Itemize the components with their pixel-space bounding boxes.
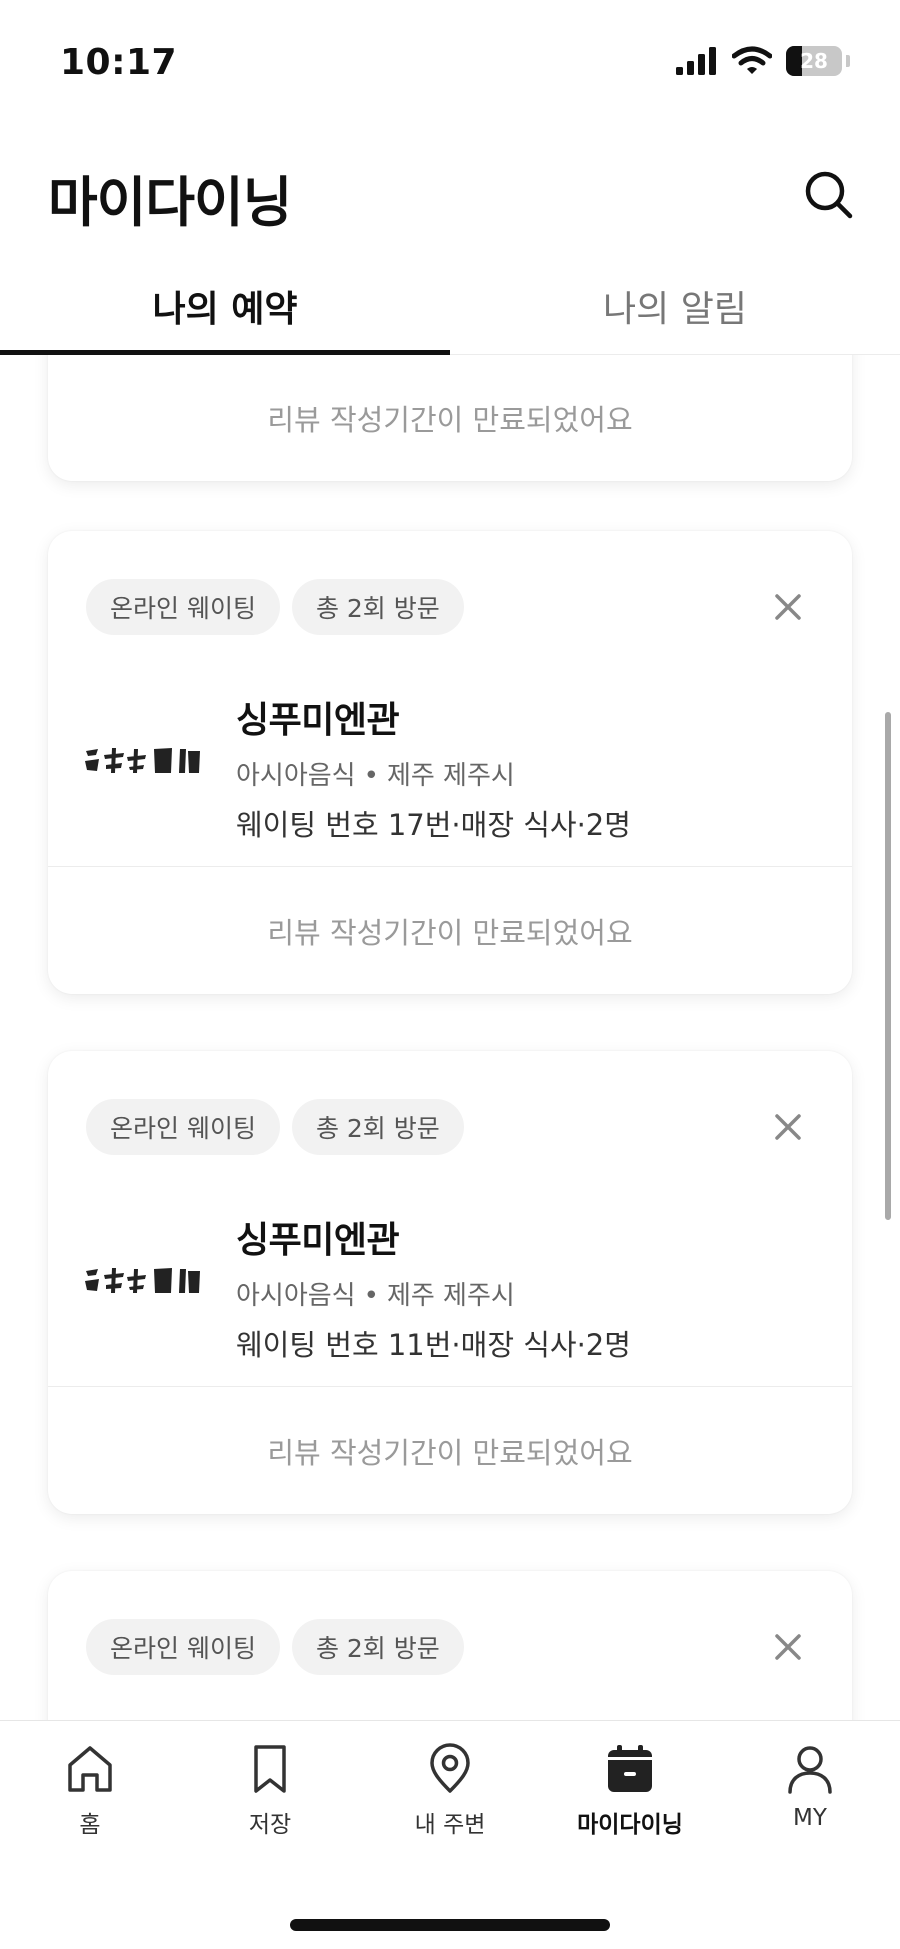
status-time: 10:17 xyxy=(60,42,178,83)
chip-visit-count: 총 2회 방문 xyxy=(291,1619,464,1675)
review-status[interactable]: 리뷰 작성기간이 만료되었어요 xyxy=(48,355,852,481)
home-icon xyxy=(68,1746,112,1792)
card-body: 온라인 웨이팅 총 2회 방문 xyxy=(48,531,852,866)
close-icon xyxy=(775,1634,801,1660)
restaurant-info[interactable]: 싱푸미엔관 아시아음식 • 제주 제주시 웨이팅 번호 11번·매장 식사·2명 xyxy=(236,1211,631,1364)
chip-group: 온라인 웨이팅 총 2회 방문 xyxy=(86,579,464,635)
nav-item-nearby[interactable]: 내 주변 xyxy=(360,1721,540,1851)
status-icons: 28 xyxy=(676,46,850,76)
reservation-detail: 웨이팅 번호 17번·매장 식사·2명 xyxy=(236,808,631,842)
restaurant-meta: 아시아음식 • 제주 제주시 xyxy=(236,755,631,792)
card-body: 온라인 웨이팅 총 2회 방문 xyxy=(48,1571,852,1720)
close-icon xyxy=(775,594,801,620)
restaurant-meta: 아시아음식 • 제주 제주시 xyxy=(236,1275,631,1312)
tab-bar: 나의 예약 나의 알림 xyxy=(0,260,900,355)
delete-button[interactable] xyxy=(768,587,808,627)
nav-item-saved[interactable]: 저장 xyxy=(180,1721,360,1851)
cellular-signal-icon xyxy=(676,47,716,75)
chip-visit-count: 총 2회 방문 xyxy=(291,579,464,635)
search-button[interactable] xyxy=(794,160,864,230)
nav-label-mydining: 마이다이닝 xyxy=(577,1812,683,1838)
page-title: 마이다이닝 xyxy=(48,171,292,234)
chip-group: 온라인 웨이팅 총 2회 방문 xyxy=(86,1099,464,1155)
search-icon xyxy=(805,171,853,219)
nav-item-my[interactable]: MY xyxy=(720,1721,900,1851)
reservation-card[interactable]: 온라인 웨이팅 총 2회 방문 xyxy=(48,531,852,994)
nav-label-saved: 저장 xyxy=(248,1812,292,1838)
battery-level: 28 xyxy=(800,49,828,73)
tab-my-notifications[interactable]: 나의 알림 xyxy=(450,260,900,355)
separator-dot: • xyxy=(363,761,379,791)
home-indicator[interactable] xyxy=(290,1919,610,1931)
location-pin-icon xyxy=(430,1743,470,1793)
delete-button[interactable] xyxy=(768,1627,808,1667)
screen: 10:17 28 마이다이닝 나의 예약 나의 알림 리뷰 작성기간이 만료되었… xyxy=(0,0,900,1949)
bookmark-icon xyxy=(254,1745,286,1793)
nav-label-my: MY xyxy=(793,1805,827,1831)
chip-visit-count: 총 2회 방문 xyxy=(291,1099,464,1155)
restaurant-name[interactable]: 싱푸미엔관 xyxy=(236,691,631,743)
chip-group: 온라인 웨이팅 총 2회 방문 xyxy=(86,1619,464,1675)
review-status[interactable]: 리뷰 작성기간이 만료되었어요 xyxy=(48,866,852,994)
restaurant-category: 아시아음식 xyxy=(236,761,356,791)
scrollbar[interactable] xyxy=(885,712,891,1220)
card-body: 온라인 웨이팅 총 2회 방문 xyxy=(48,1051,852,1386)
restaurant-location: 제주 제주시 xyxy=(386,761,515,791)
nav-item-home[interactable]: 홈 xyxy=(0,1721,180,1851)
review-status[interactable]: 리뷰 작성기간이 만료되었어요 xyxy=(48,1386,852,1514)
battery-icon: 28 xyxy=(786,46,842,76)
restaurant-category: 아시아음식 xyxy=(236,1281,356,1311)
reservation-detail: 웨이팅 번호 11번·매장 식사·2명 xyxy=(236,1328,631,1362)
nav-label-nearby: 내 주변 xyxy=(414,1812,486,1838)
restaurant-logo xyxy=(85,1268,200,1293)
tab-my-reservations[interactable]: 나의 예약 xyxy=(0,260,450,355)
chip-online-waiting: 온라인 웨이팅 xyxy=(86,579,280,635)
reservation-card[interactable]: 리뷰 작성기간이 만료되었어요 xyxy=(48,355,852,481)
reservation-list[interactable]: 리뷰 작성기간이 만료되었어요 온라인 웨이팅 총 2회 방문 싱푸미엔관 아시… xyxy=(0,355,900,1720)
battery-cap xyxy=(846,55,850,67)
nav-items: 홈 저장 내 주변 마이다이닝 MY xyxy=(0,1721,900,1851)
restaurant-name[interactable]: 싱푸미엔관 xyxy=(236,1211,631,1263)
reservation-card[interactable]: 온라인 웨이팅 총 2회 방문 xyxy=(48,1571,852,1720)
delete-button[interactable] xyxy=(768,1107,808,1147)
restaurant-location: 제주 제주시 xyxy=(386,1281,515,1311)
wifi-icon xyxy=(732,46,772,74)
chip-online-waiting: 온라인 웨이팅 xyxy=(86,1099,280,1155)
restaurant-logo xyxy=(85,748,200,773)
person-icon xyxy=(788,1746,832,1794)
separator-dot: • xyxy=(363,1281,379,1311)
nav-label-home: 홈 xyxy=(79,1812,101,1838)
status-bar: 10:17 28 xyxy=(0,0,900,130)
calendar-icon xyxy=(608,1745,652,1792)
reservation-card[interactable]: 온라인 웨이팅 총 2회 방문 xyxy=(48,1051,852,1514)
close-icon xyxy=(775,1114,801,1140)
header: 마이다이닝 나의 예약 나의 알림 xyxy=(0,130,900,355)
bottom-nav: 홈 저장 내 주변 마이다이닝 MY xyxy=(0,1720,900,1949)
restaurant-info[interactable]: 싱푸미엔관 아시아음식 • 제주 제주시 웨이팅 번호 17번·매장 식사·2명 xyxy=(236,691,631,844)
chip-online-waiting: 온라인 웨이팅 xyxy=(86,1619,280,1675)
nav-item-mydining[interactable]: 마이다이닝 xyxy=(540,1721,720,1851)
